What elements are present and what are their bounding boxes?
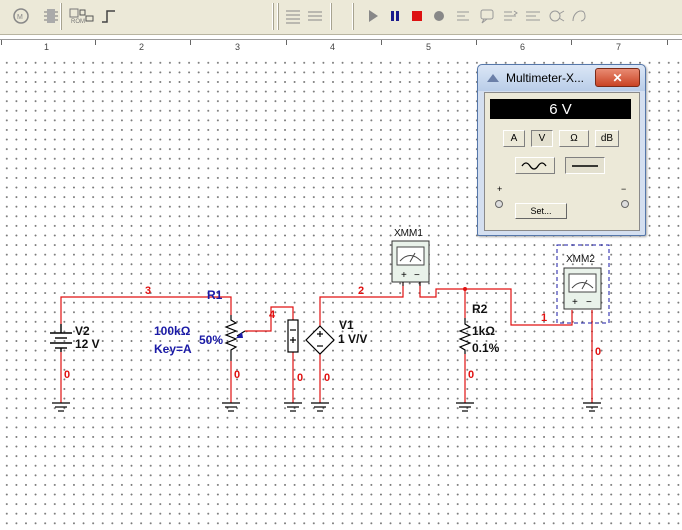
- dc-mode-button[interactable]: [565, 157, 605, 174]
- step-icon[interactable]: [98, 5, 120, 27]
- dependent-source-v1: [305, 325, 335, 355]
- sensor-element: [287, 319, 299, 353]
- wire-net-3: [60, 296, 232, 324]
- probe-icon[interactable]: [76, 5, 98, 27]
- dc-line-icon: [572, 164, 598, 167]
- settings-button[interactable]: Set...: [515, 203, 567, 219]
- net-label-0: 0: [595, 346, 602, 358]
- multimeter-window[interactable]: Multimeter-X... ✕ 6 V A V Ω dB + − Set..…: [477, 64, 646, 236]
- svg-text:−: −: [586, 297, 592, 308]
- v1-value-label: 1 V/V: [338, 332, 368, 346]
- probe-icon[interactable]: [476, 5, 498, 27]
- battery-v2: [50, 324, 72, 352]
- net-label-0: 0: [324, 372, 331, 384]
- probe-icon[interactable]: [522, 5, 544, 27]
- svg-text:−: −: [414, 270, 420, 281]
- multimeter-icon: [486, 71, 500, 89]
- ground-symbols: [52, 402, 601, 412]
- negative-terminal-icon[interactable]: [620, 196, 630, 214]
- net-label-3: 3: [145, 285, 152, 297]
- r1-value-label: 100kΩ: [154, 324, 191, 338]
- net-label-0: 0: [297, 372, 304, 384]
- r1-percent-label: 50%: [199, 333, 224, 347]
- xmm1-name-label: XMM1: [394, 228, 423, 239]
- pause-icon[interactable]: [384, 5, 406, 27]
- negative-terminal-label: −: [621, 184, 627, 194]
- v2-name-label: V2: [75, 324, 90, 338]
- ac-mode-button[interactable]: [515, 157, 555, 174]
- ruler-mark: 2: [139, 42, 145, 52]
- toolbar: M ROM: [0, 0, 682, 35]
- svg-text:+: +: [572, 297, 578, 308]
- positive-terminal-label: +: [497, 184, 503, 194]
- ruler-mark: 3: [235, 42, 241, 52]
- svg-text:M: M: [17, 14, 23, 21]
- v1-name-label: V1: [339, 318, 354, 332]
- v2-value-label: 12 V: [75, 337, 100, 351]
- ohmmeter-mode-button[interactable]: Ω: [559, 130, 589, 147]
- r1-name-label: R1: [207, 288, 223, 302]
- r2-value-label: 1kΩ: [472, 324, 495, 338]
- net-label-0: 0: [234, 369, 241, 381]
- ruler-mark: 7: [616, 42, 622, 52]
- probe-icon[interactable]: [546, 5, 568, 27]
- net-label-0: 0: [64, 369, 71, 381]
- ruler-mark: 5: [426, 42, 432, 52]
- multimeter-title: Multimeter-X...: [506, 71, 585, 85]
- ruler-mark: 1: [44, 42, 50, 52]
- net-label-4: 4: [269, 309, 276, 321]
- probe-icon[interactable]: [452, 5, 474, 27]
- chip-icon[interactable]: [40, 5, 62, 27]
- ruler-mark: 4: [330, 42, 336, 52]
- probe-icon[interactable]: [568, 5, 590, 27]
- ac-wave-icon: [521, 161, 547, 170]
- multimeter-display: 6 V: [490, 99, 631, 119]
- horizontal-ruler: 1 2 3 4 5 6 7: [0, 39, 682, 57]
- xmm2-name-label: XMM2: [566, 254, 595, 265]
- junction-dot: [463, 287, 467, 291]
- db-mode-button[interactable]: dB: [595, 130, 619, 147]
- net-label-0: 0: [468, 369, 475, 381]
- positive-terminal-icon[interactable]: [494, 196, 504, 214]
- r2-tolerance-label: 0.1%: [472, 341, 500, 355]
- align-icon[interactable]: [282, 5, 304, 27]
- probe-icon[interactable]: [500, 5, 522, 27]
- svg-text:+: +: [401, 270, 407, 281]
- wire-net-1: [419, 282, 573, 326]
- voltmeter-mode-button[interactable]: V: [531, 130, 553, 147]
- r1-key-label: Key=A: [154, 342, 192, 356]
- stop-icon[interactable]: [406, 5, 428, 27]
- r2-name-label: R2: [472, 302, 488, 316]
- net-label-2: 2: [358, 285, 365, 297]
- net-label-1: 1: [541, 312, 548, 324]
- ruler-mark: 6: [520, 42, 526, 52]
- run-icon[interactable]: [362, 5, 384, 27]
- multimeter-icon[interactable]: M: [10, 5, 32, 27]
- close-button[interactable]: ✕: [595, 68, 640, 87]
- multimeter-xmm1-symbol: + −: [391, 240, 430, 286]
- ammeter-mode-button[interactable]: A: [503, 130, 525, 147]
- align-icon[interactable]: [304, 5, 326, 27]
- multimeter-titlebar[interactable]: Multimeter-X... ✕: [478, 65, 645, 91]
- multimeter-panel: 6 V A V Ω dB + − Set...: [484, 92, 640, 231]
- breakpoint-icon[interactable]: [428, 5, 450, 27]
- resistor-r2: [458, 318, 472, 354]
